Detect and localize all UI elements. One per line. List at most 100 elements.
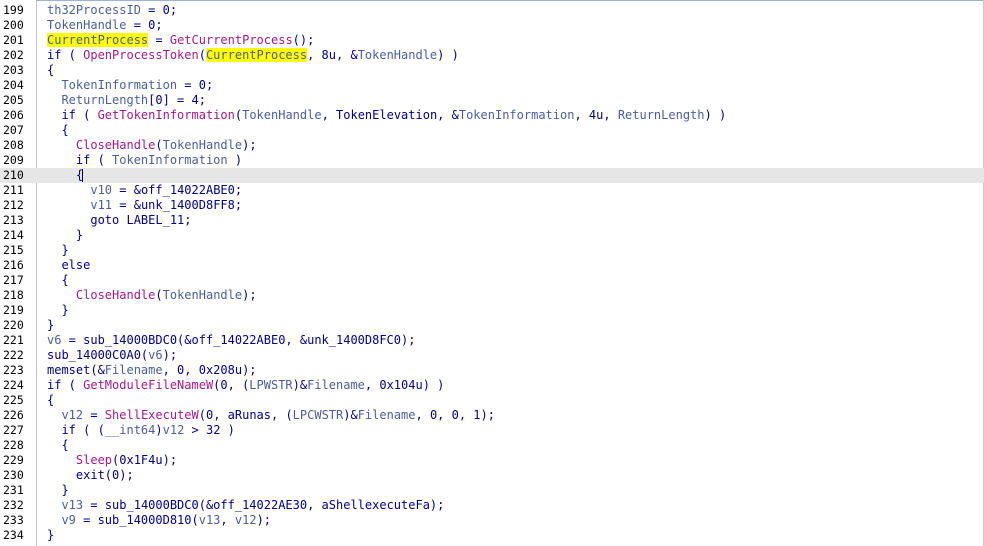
variable-token[interactable]: __int64 <box>105 423 156 437</box>
variable-token[interactable]: TokenHandle <box>47 18 126 32</box>
code-line[interactable]: 203 { <box>0 63 984 78</box>
code-text[interactable]: if ( GetTokenInformation(TokenHandle, To… <box>47 108 726 123</box>
function-token[interactable]: Sleep <box>76 453 112 467</box>
code-line[interactable]: 228 { <box>0 438 984 453</box>
code-text[interactable]: { <box>47 168 84 183</box>
code-line[interactable]: 205 ReturnLength[0] = 4; <box>0 93 984 108</box>
code-line[interactable]: 233 v9 = sub_14000D810(v13, v12); <box>0 513 984 528</box>
code-line[interactable]: 221 v6 = sub_14000BDC0(&off_14022ABE0, &u… <box>0 333 984 348</box>
code-text[interactable]: v9 = sub_14000D810(v13, v12); <box>47 513 271 528</box>
variable-token[interactable]: v12 <box>61 408 83 422</box>
variable-token[interactable]: TokenHandle <box>358 48 437 62</box>
code-text[interactable]: TokenHandle = 0; <box>47 18 163 33</box>
code-line[interactable]: 201 CurrentProcess = GetCurrentProcess(); <box>0 33 984 48</box>
code-line[interactable]: 200 TokenHandle = 0; <box>0 18 984 33</box>
variable-token[interactable]: Filename <box>307 378 365 392</box>
code-text[interactable]: Sleep(0x1F4u); <box>47 453 177 468</box>
variable-token[interactable]: TokenInformation <box>61 78 177 92</box>
variable-token[interactable]: TokenHandle <box>163 138 242 152</box>
code-text[interactable]: { <box>47 393 54 408</box>
code-text[interactable]: exit(0); <box>47 468 134 483</box>
code-text[interactable]: v12 = ShellExecuteW(0, aRunas, (LPCWSTR)… <box>47 408 495 423</box>
code-text[interactable]: if ( GetModuleFileNameW(0, (LPWSTR)&File… <box>47 378 444 393</box>
function-token[interactable]: OpenProcessToken <box>83 48 199 62</box>
pseudocode-view[interactable]: 199 th32ProcessID = 0; 200 TokenHandle = 0;… <box>0 0 984 546</box>
variable-token[interactable]: Filename <box>105 363 163 377</box>
variable-token[interactable]: LPWSTR <box>249 378 292 392</box>
code-line[interactable]: 229 Sleep(0x1F4u); <box>0 453 984 468</box>
function-token[interactable]: CloseHandle <box>76 288 155 302</box>
code-text[interactable]: sub_14000C0A0(v6); <box>47 348 177 363</box>
code-line[interactable]: 213 goto LABEL_11; <box>0 213 984 228</box>
code-text[interactable]: if ( OpenProcessToken(CurrentProcess, 8u… <box>47 48 459 63</box>
code-line[interactable]: 211 v10 = &off_14022ABE0; <box>0 183 984 198</box>
code-line[interactable]: 223 memset(&Filename, 0, 0x208u); <box>0 363 984 378</box>
code-text[interactable]: { <box>47 123 68 138</box>
code-text[interactable]: { <box>47 273 68 288</box>
code-text[interactable]: } <box>47 228 83 243</box>
variable-token[interactable]: v11 <box>90 198 112 212</box>
code-line[interactable]: 210 { <box>0 168 984 183</box>
function-token[interactable]: CloseHandle <box>76 138 155 152</box>
code-text[interactable]: th32ProcessID = 0; <box>47 3 177 18</box>
code-line[interactable]: 216 else <box>0 258 984 273</box>
code-line[interactable]: 208 CloseHandle(TokenHandle); <box>0 138 984 153</box>
code-text[interactable]: if ( TokenInformation ) <box>47 153 242 168</box>
code-text[interactable]: CloseHandle(TokenHandle); <box>47 138 257 153</box>
function-token[interactable]: ShellExecuteW <box>105 408 199 422</box>
variable-token[interactable]: TokenInformation <box>459 108 575 122</box>
code-text[interactable]: else <box>47 258 90 273</box>
code-line[interactable]: 230 exit(0); <box>0 468 984 483</box>
variable-token[interactable]: v10 <box>90 183 112 197</box>
code-line[interactable]: 218 CloseHandle(TokenHandle); <box>0 288 984 303</box>
code-line[interactable]: 227 if ( (__int64)v12 > 32 ) <box>0 423 984 438</box>
code-line[interactable]: 225 { <box>0 393 984 408</box>
variable-token[interactable]: TokenInformation <box>112 153 228 167</box>
code-text[interactable]: TokenInformation = 0; <box>47 78 213 93</box>
variable-token[interactable]: Filename <box>358 408 416 422</box>
code-text[interactable]: CloseHandle(TokenHandle); <box>47 288 257 303</box>
code-line[interactable]: 206 if ( GetTokenInformation(TokenHandle… <box>0 108 984 123</box>
code-line[interactable]: 222 sub_14000C0A0(v6); <box>0 348 984 363</box>
code-text[interactable]: { <box>47 63 54 78</box>
code-text[interactable]: { <box>47 438 68 453</box>
code-text[interactable]: } <box>47 483 68 498</box>
variable-token[interactable]: v13 <box>61 498 83 512</box>
code-line[interactable]: 212 v11 = &unk_1400D8FF8; <box>0 198 984 213</box>
code-line[interactable]: 234} <box>0 528 984 543</box>
code-line[interactable]: 226 v12 = ShellExecuteW(0, aRunas, (LPCW… <box>0 408 984 423</box>
variable-token[interactable]: v12 <box>235 513 257 527</box>
code-text[interactable]: } <box>47 528 54 543</box>
variable-token[interactable]: LPCWSTR <box>293 408 344 422</box>
code-line[interactable]: 231 } <box>0 483 984 498</box>
code-text[interactable]: if ( (__int64)v12 > 32 ) <box>47 423 234 438</box>
code-text[interactable]: v6 = sub_14000BDC0(&off_14022ABE0, &unk_… <box>47 333 415 348</box>
code-line[interactable]: 207 { <box>0 123 984 138</box>
variable-token[interactable]: TokenHandle <box>163 288 242 302</box>
code-line[interactable]: 224 if ( GetModuleFileNameW(0, (LPWSTR)&F… <box>0 378 984 393</box>
code-line[interactable]: 232 v13 = sub_14000BDC0(&off_14022AE30, … <box>0 498 984 513</box>
code-line[interactable]: 204 TokenInformation = 0; <box>0 78 984 93</box>
variable-token[interactable]: v6 <box>47 333 61 347</box>
code-lines[interactable]: 199 th32ProcessID = 0; 200 TokenHandle = 0;… <box>0 3 984 543</box>
code-line[interactable]: 202 if ( OpenProcessToken(CurrentProcess,… <box>0 48 984 63</box>
code-text[interactable]: goto LABEL_11; <box>47 213 191 228</box>
code-line[interactable]: 209 if ( TokenInformation ) <box>0 153 984 168</box>
variable-token[interactable]: ReturnLength <box>61 93 148 107</box>
code-text[interactable]: v11 = &unk_1400D8FF8; <box>47 198 242 213</box>
code-text[interactable]: } <box>47 303 68 318</box>
code-line[interactable]: 199 th32ProcessID = 0; <box>0 3 984 18</box>
variable-token[interactable]: th32ProcessID <box>47 3 141 17</box>
variable-token[interactable]: v6 <box>148 348 162 362</box>
variable-token[interactable]: ReturnLength <box>618 108 705 122</box>
variable-token[interactable]: v9 <box>61 513 75 527</box>
variable-token[interactable]: TokenHandle <box>242 108 321 122</box>
function-token[interactable]: GetCurrentProcess <box>170 33 293 47</box>
code-line[interactable]: 214 } <box>0 228 984 243</box>
code-line[interactable]: 219 } <box>0 303 984 318</box>
code-text[interactable]: } <box>47 243 68 258</box>
function-token[interactable]: GetModuleFileNameW <box>83 378 213 392</box>
code-text[interactable]: } <box>47 318 54 333</box>
variable-token[interactable]: v12 <box>163 423 185 437</box>
code-text[interactable]: ReturnLength[0] = 4; <box>47 93 206 108</box>
